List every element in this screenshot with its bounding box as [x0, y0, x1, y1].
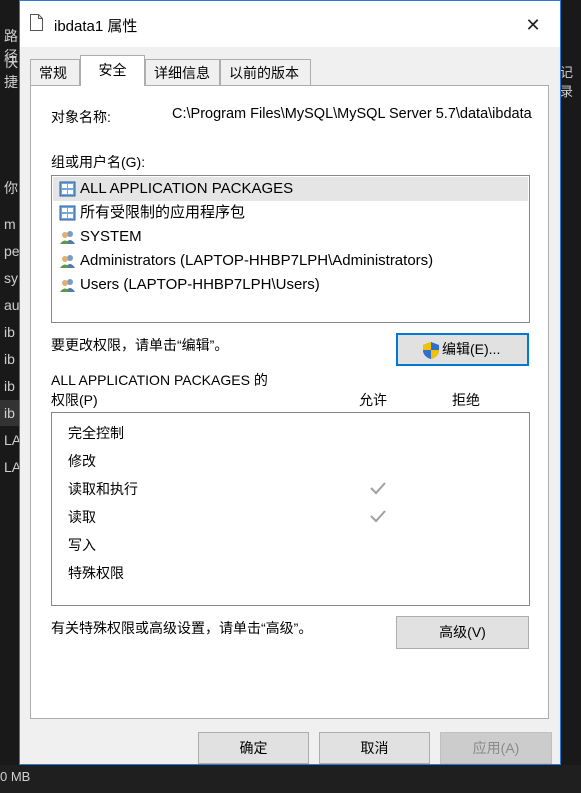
permission-row: 修改: [68, 453, 96, 469]
background-item: 快捷: [4, 54, 18, 90]
security-panel: 对象名称: C:\Program Files\MySQL\MySQL Serve…: [30, 85, 549, 719]
principal-row[interactable]: Administrators (LAPTOP-HHBP7LPH\Administ…: [53, 249, 528, 273]
groups-label: 组或用户名(G):: [51, 154, 146, 170]
background-item: ib: [4, 324, 15, 340]
users-icon: [60, 279, 75, 292]
advanced-hint: 有关特殊权限或高级设置，请单击“高级”。: [51, 620, 313, 636]
window-title: ibdata1 属性: [54, 18, 138, 35]
principal-name: SYSTEM: [80, 228, 142, 245]
background-item: ib: [4, 378, 15, 394]
uac-shield-icon: [423, 342, 439, 359]
background-file-list: 路径 快捷 你 m pe sy au ib ib ib ib LA LA: [0, 0, 21, 793]
permissions-list: 完全控制 修改 读取和执行 读取 写入 特殊权限: [51, 412, 530, 606]
allow-check-icon: [370, 510, 386, 523]
app-package-icon: [59, 205, 76, 221]
principal-name: Administrators (LAPTOP-HHBP7LPH\Administ…: [80, 252, 434, 269]
allow-column-header: 允许: [359, 392, 387, 408]
background-item: 你: [4, 180, 18, 196]
users-icon: [60, 231, 75, 244]
permission-row: 完全控制: [68, 425, 124, 441]
edit-button[interactable]: 编辑(E)...: [396, 333, 529, 366]
object-name-value: C:\Program Files\MySQL\MySQL Server 5.7\…: [172, 106, 532, 122]
background-right-panel: 记录: [560, 0, 581, 793]
tab-security[interactable]: 安全: [80, 55, 145, 86]
background-item: ib: [4, 405, 15, 421]
background-status-bar: 0 MB: [0, 765, 581, 793]
background-status-text: 0 MB: [0, 769, 31, 784]
file-icon: [30, 14, 43, 31]
permission-row: 特殊权限: [68, 565, 124, 581]
ok-button[interactable]: 确定: [198, 732, 309, 764]
deny-column-header: 拒绝: [452, 392, 480, 408]
principal-row[interactable]: SYSTEM: [53, 225, 528, 249]
permission-row: 写入: [68, 537, 96, 553]
permission-row: 读取: [68, 509, 96, 525]
permissions-title: ALL APPLICATION PACKAGES 的: [51, 372, 268, 388]
apply-button: 应用(A): [440, 732, 552, 764]
tab-details[interactable]: 详细信息: [145, 59, 220, 85]
permission-row: 读取和执行: [68, 481, 138, 497]
close-button[interactable]: ✕: [518, 11, 548, 39]
properties-dialog: ibdata1 属性 ✕ 常规 安全 详细信息 以前的版本 对象名称: C:\P…: [19, 0, 561, 765]
cancel-button[interactable]: 取消: [319, 732, 430, 764]
advanced-button[interactable]: 高级(V): [396, 616, 529, 649]
background-item: ib: [4, 351, 15, 367]
app-package-icon: [59, 181, 76, 197]
principal-name: Users (LAPTOP-HHBP7LPH\Users): [80, 276, 320, 293]
background-item: 记录: [560, 65, 574, 99]
tab-previous-versions[interactable]: 以前的版本: [220, 59, 311, 85]
object-name-label: 对象名称:: [51, 109, 111, 125]
principals-list[interactable]: ALL APPLICATION PACKAGES 所有受限制的应用程序包 SYS…: [51, 175, 530, 323]
allow-check-icon: [370, 482, 386, 495]
tab-general[interactable]: 常规: [30, 59, 80, 85]
users-icon: [60, 255, 75, 268]
principal-row[interactable]: ALL APPLICATION PACKAGES: [53, 177, 528, 201]
principal-row[interactable]: 所有受限制的应用程序包: [53, 201, 528, 225]
principal-name: ALL APPLICATION PACKAGES: [80, 180, 294, 197]
edit-hint: 要更改权限，请单击“编辑”。: [51, 337, 229, 353]
edit-button-label: 编辑(E)...: [442, 341, 501, 357]
permissions-label: 权限(P): [51, 392, 98, 408]
background-item: sy: [4, 270, 18, 286]
principal-row[interactable]: Users (LAPTOP-HHBP7LPH\Users): [53, 273, 528, 297]
background-item: pe: [4, 243, 20, 259]
principal-name: 所有受限制的应用程序包: [80, 204, 246, 221]
background-item: m: [4, 216, 16, 232]
title-bar: ibdata1 属性 ✕: [20, 1, 560, 47]
background-item: au: [4, 297, 20, 313]
